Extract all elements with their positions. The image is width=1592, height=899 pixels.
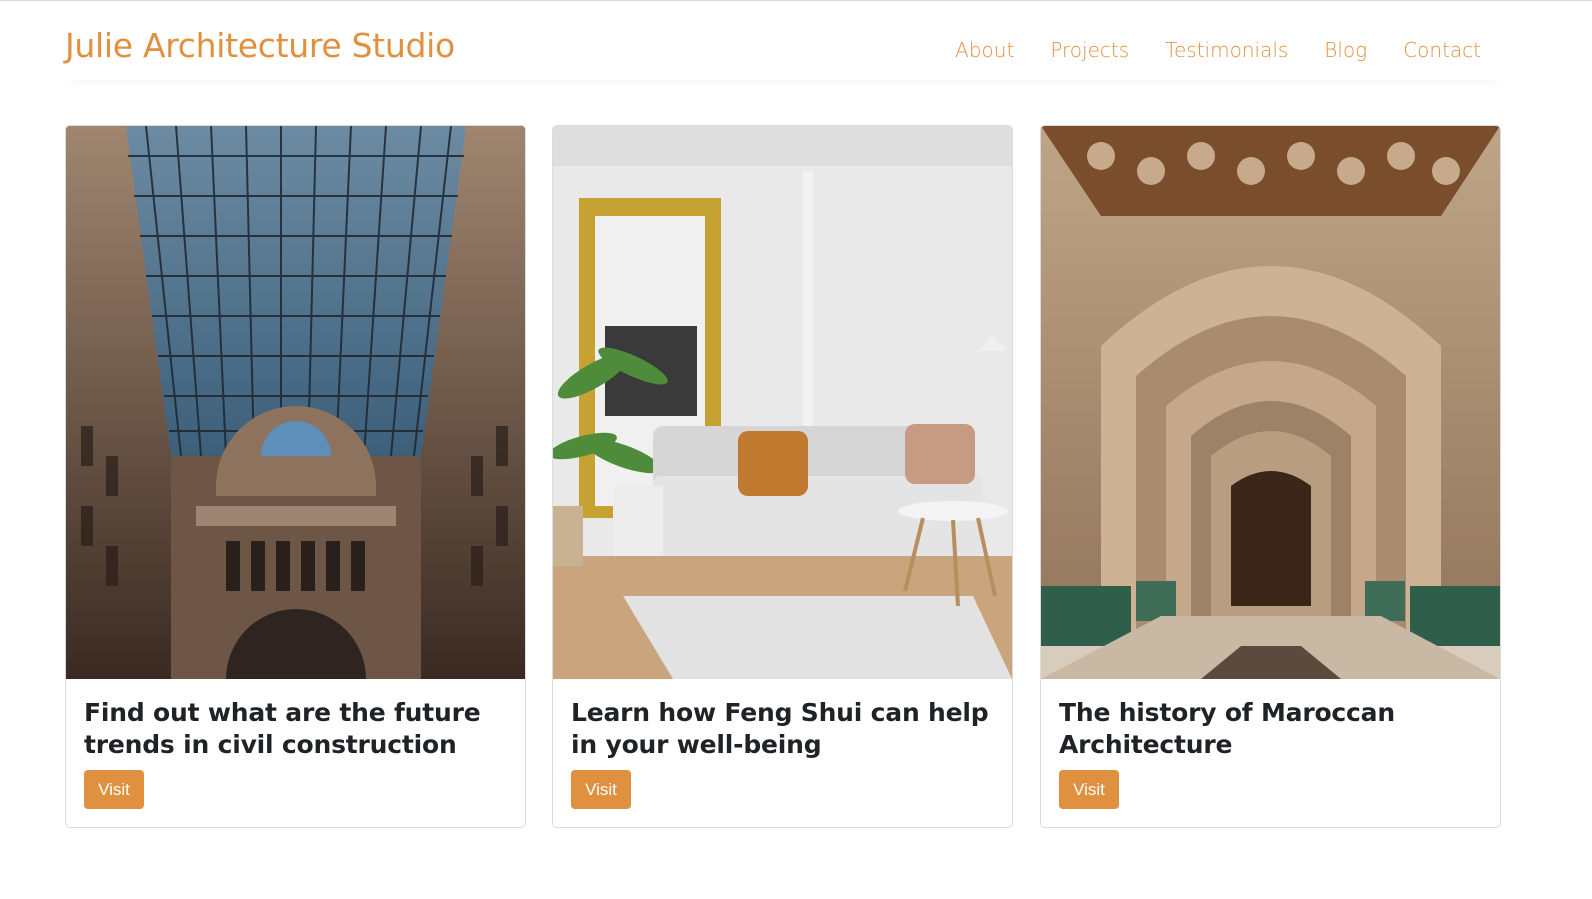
visit-button[interactable]: Visit [84, 770, 144, 809]
visit-button[interactable]: Visit [1059, 770, 1119, 809]
card-title: Find out what are the future trends in c… [84, 698, 481, 759]
top-divider [0, 0, 1592, 1]
card-title: The history of Maroccan Architecture [1059, 698, 1395, 759]
nav-link-testimonials[interactable]: Testimonials [1165, 36, 1288, 64]
brand-logo-text[interactable]: Julie Architecture Studio [65, 26, 455, 66]
site-header: Julie Architecture Studio About Projects… [65, 2, 1501, 80]
glass-dome-gallery-photo [66, 126, 525, 679]
nav-link-contact[interactable]: Contact [1403, 36, 1481, 64]
blog-card: Learn how Feng Shui can help in your wel… [552, 125, 1013, 828]
card-title: Learn how Feng Shui can help in your wel… [571, 698, 989, 759]
living-room-sofa-photo [553, 126, 1012, 679]
card-body: The history of Maroccan Architecture Vis… [1041, 679, 1500, 827]
nav-link-about[interactable]: About [955, 36, 1014, 64]
card-body: Find out what are the future trends in c… [66, 679, 525, 827]
nav-link-blog[interactable]: Blog [1324, 36, 1367, 64]
moroccan-arches-photo [1041, 126, 1500, 679]
main-nav: About Projects Testimonials Blog Contact [919, 36, 1481, 64]
card-body: Learn how Feng Shui can help in your wel… [553, 679, 1012, 827]
blog-card: The history of Maroccan Architecture Vis… [1040, 125, 1501, 828]
blog-card: Find out what are the future trends in c… [65, 125, 526, 828]
nav-link-projects[interactable]: Projects [1050, 36, 1129, 64]
visit-button[interactable]: Visit [571, 770, 631, 809]
